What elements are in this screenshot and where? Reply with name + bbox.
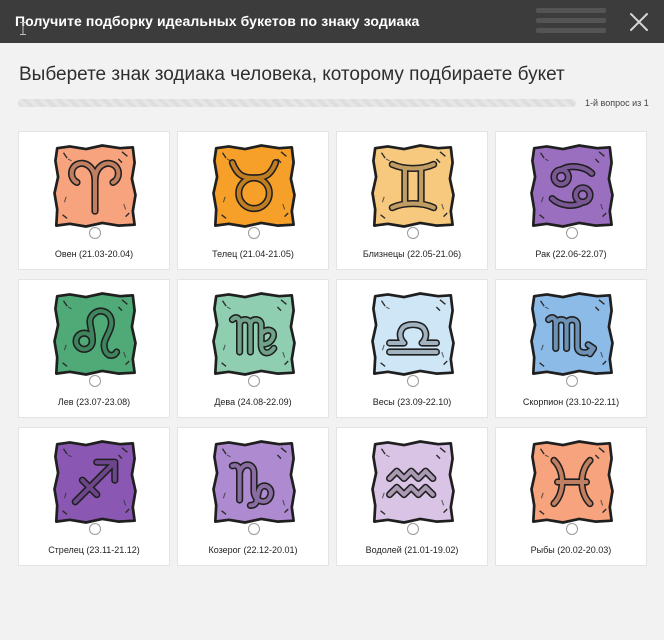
zodiac-option-leo[interactable]: Лев (23.07-23.08) <box>18 279 170 418</box>
option-radio[interactable] <box>89 375 101 387</box>
leo-icon <box>50 289 140 379</box>
option-label: Рак (22.06-22.07) <box>535 249 607 259</box>
option-radio[interactable] <box>248 375 260 387</box>
close-button[interactable] <box>626 9 652 35</box>
option-radio[interactable] <box>89 227 101 239</box>
option-radio[interactable] <box>407 523 419 535</box>
zodiac-option-gemini[interactable]: Близнецы (22.05-21.06) <box>336 131 488 270</box>
gemini-icon <box>368 141 458 231</box>
option-radio[interactable] <box>566 227 578 239</box>
modal-header: Получите подборку идеальных букетов по з… <box>0 0 664 43</box>
option-label: Скорпион (23.10-22.11) <box>522 397 620 407</box>
quiz-question: Выберете знак зодиака человека, которому… <box>19 64 565 85</box>
option-label: Стрелец (23.11-21.12) <box>48 545 140 555</box>
zodiac-option-cancer[interactable]: Рак (22.06-22.07) <box>495 131 647 270</box>
option-label: Овен (21.03-20.04) <box>54 249 134 259</box>
option-radio[interactable] <box>89 523 101 535</box>
option-label: Лев (23.07-23.08) <box>57 397 131 407</box>
zodiac-option-taurus[interactable]: Телец (21.04-21.05) <box>177 131 329 270</box>
aquarius-icon <box>368 437 458 527</box>
zodiac-option-aries[interactable]: Овен (21.03-20.04) <box>18 131 170 270</box>
option-radio[interactable] <box>407 375 419 387</box>
option-radio[interactable] <box>566 523 578 535</box>
zodiac-option-sagittarius[interactable]: Стрелец (23.11-21.12) <box>18 427 170 566</box>
progress-bar <box>18 99 576 107</box>
sagittarius-icon <box>50 437 140 527</box>
progress-label: 1-й вопрос из 1 <box>585 98 649 108</box>
background-ghost-text <box>536 8 606 34</box>
taurus-icon <box>209 141 299 231</box>
option-radio[interactable] <box>566 375 578 387</box>
zodiac-option-capricorn[interactable]: Козерог (22.12-20.01) <box>177 427 329 566</box>
option-label: Водолей (21.01-19.02) <box>365 545 459 555</box>
libra-icon <box>368 289 458 379</box>
modal-title: Получите подборку идеальных букетов по з… <box>15 13 420 29</box>
option-radio[interactable] <box>248 523 260 535</box>
text-cursor-icon <box>20 22 26 35</box>
aries-icon <box>50 141 140 231</box>
cancer-icon <box>527 141 617 231</box>
capricorn-icon <box>209 437 299 527</box>
close-icon <box>630 13 648 31</box>
scorpio-icon <box>527 289 617 379</box>
option-label: Весы (23.09-22.10) <box>372 397 452 407</box>
zodiac-option-pisces[interactable]: Рыбы (20.02-20.03) <box>495 427 647 566</box>
option-label: Близнецы (22.05-21.06) <box>362 249 462 259</box>
option-label: Козерог (22.12-20.01) <box>208 545 298 555</box>
option-label: Телец (21.04-21.05) <box>212 249 294 259</box>
zodiac-options-grid: Овен (21.03-20.04) Телец (21.04-21.05) Бли… <box>18 131 647 566</box>
zodiac-option-aquarius[interactable]: Водолей (21.01-19.02) <box>336 427 488 566</box>
option-label: Рыбы (20.02-20.03) <box>530 545 612 555</box>
zodiac-option-scorpio[interactable]: Скорпион (23.10-22.11) <box>495 279 647 418</box>
virgo-icon <box>209 289 299 379</box>
pisces-icon <box>527 437 617 527</box>
option-radio[interactable] <box>407 227 419 239</box>
option-label: Дева (24.08-22.09) <box>214 397 292 407</box>
option-radio[interactable] <box>248 227 260 239</box>
zodiac-option-libra[interactable]: Весы (23.09-22.10) <box>336 279 488 418</box>
zodiac-option-virgo[interactable]: Дева (24.08-22.09) <box>177 279 329 418</box>
